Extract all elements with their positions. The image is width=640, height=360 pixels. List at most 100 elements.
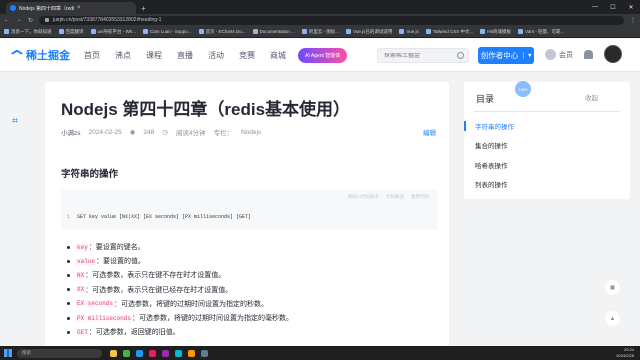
nav-item-home[interactable]: 首页 [84, 50, 100, 61]
window-controls: — ☐ ✕ [586, 0, 640, 14]
creator-center-button[interactable]: 创作者中心 ▾ [478, 47, 534, 64]
code-block: 体验AI代码助手 代码解读 复制代码 1 SET key value [NX|XX… [61, 190, 437, 230]
scan-icon[interactable]: ⌗ [8, 114, 22, 128]
eye-icon: ◉ [129, 129, 136, 136]
new-tab-icon[interactable]: + [141, 4, 146, 13]
forward-icon[interactable]: → [16, 17, 22, 23]
avatar[interactable] [604, 45, 622, 63]
bookmarks-bar: 消息一下，你就知道 百度翻译 uni导航平台 - Wh... Cam Luan … [0, 26, 640, 38]
nav-item-courses[interactable]: 课程 [146, 50, 162, 61]
toc-title: 目录 [476, 94, 495, 104]
bookmark-item[interactable]: 首页 - ECharts Do... [198, 29, 246, 35]
site-header: 稀土掘金 首页 沸点 课程 直播 活动 竞赛 商城 AI Agent 智能体 [0, 39, 640, 72]
bookmark-item[interactable]: Vue.js [399, 29, 419, 34]
juejin-logo-icon [11, 49, 23, 55]
lock-icon [45, 18, 50, 22]
app-icon[interactable] [162, 349, 169, 357]
bookmark-favicon-icon [346, 29, 352, 34]
close-window-icon[interactable]: ✕ [622, 0, 640, 14]
edit-link[interactable]: 编辑 [423, 127, 436, 137]
nav-item-events[interactable]: 活动 [208, 50, 224, 61]
list-item: GET ：可选参数，返回键的旧值。 [67, 325, 293, 339]
param-desc: ：要设置的键名。 [88, 244, 145, 252]
bookmark-item[interactable]: 阿里云 - 图标... [301, 29, 339, 35]
search-input[interactable] [384, 52, 454, 59]
windows-start-icon[interactable] [4, 349, 12, 357]
taskbar-apps [110, 349, 208, 357]
app-icon[interactable] [188, 349, 195, 357]
bookmark-item[interactable]: Vue.js已的调试适用 [346, 29, 392, 35]
vip-badge-icon [545, 49, 556, 60]
taskbar-search[interactable]: 搜索 [17, 348, 102, 358]
chrome-icon[interactable] [123, 349, 130, 357]
system-clock[interactable]: 20:24 2024/2/26 [616, 347, 634, 358]
chevron-down-icon[interactable]: ▾ [523, 52, 531, 59]
list-item: EX seconds ：可选参数，将键的过期时间设置为指定的秒数。 [67, 297, 293, 311]
bookmark-favicon-icon [90, 29, 96, 34]
vip-label: 会员 [559, 51, 573, 59]
bookmark-favicon-icon [252, 29, 258, 34]
column-label: 专栏： [213, 130, 234, 137]
bookmark-item[interactable]: Tailwind CSS 中文... [425, 29, 473, 35]
publish-date: 2024-02-25 [88, 128, 122, 136]
param-desc: ：可选参数，将键的过期时间设置为指定的秒数。 [114, 300, 269, 308]
bookmark-favicon-icon [4, 29, 9, 34]
bookmark-item[interactable]: Cam Luan - Suppo... [143, 29, 192, 34]
bookmark-favicon-icon [301, 29, 307, 34]
bookmark-favicon-icon [399, 29, 405, 34]
back-icon[interactable]: ← [4, 17, 10, 23]
toc-divider [474, 111, 620, 112]
minimize-icon[interactable]: — [586, 0, 604, 14]
list-item: PX milliseconds ：可选参数，将键的过期时间设置为指定的毫秒数。 [67, 311, 293, 325]
vip-link[interactable]: 会员 [545, 49, 573, 60]
param-desc: ：要设置的值。 [96, 258, 146, 266]
vscode-icon[interactable] [136, 349, 143, 357]
param-desc: ：可选参数，返回键的旧值。 [88, 329, 180, 337]
juejin-favicon-icon [10, 5, 16, 11]
copy-code-button[interactable]: 复制代码 [411, 194, 429, 200]
app-icon[interactable] [149, 349, 156, 357]
ai-agent-button[interactable]: AI Agent 智能体 [298, 47, 348, 63]
bookmark-item[interactable]: Documentation ... [252, 29, 295, 34]
app-download-icon[interactable]: ▣ [605, 280, 620, 295]
bookmark-item[interactable]: 百度翻译 [58, 29, 84, 35]
extensions-icon[interactable]: ⋮ [630, 17, 636, 24]
back-to-top-icon[interactable]: ▲ [605, 311, 620, 326]
bookmark-item[interactable]: 消息一下，你就知道 [4, 29, 52, 35]
nav-item-pins[interactable]: 沸点 [115, 50, 131, 61]
file-explorer-icon[interactable] [110, 349, 117, 357]
column-link[interactable]: Nodejs [241, 129, 261, 136]
toc-item-lists[interactable]: 列表的操作 [464, 175, 630, 195]
toc-item-hashes[interactable]: 哈希表操作 [464, 155, 630, 175]
toc-item-strings[interactable]: 字符串的操作 [464, 116, 630, 136]
nav-item-live[interactable]: 直播 [177, 50, 193, 61]
bookmark-item[interactable]: uni导航平台 - Wh... [90, 29, 136, 35]
reload-icon[interactable]: ↻ [28, 17, 33, 24]
nav-item-store[interactable]: 商城 [270, 50, 286, 61]
author-name[interactable]: 小满zs [61, 127, 81, 137]
explain-code-button[interactable]: 代码解读 [386, 194, 404, 200]
browser-tab-active[interactable]: Nodejs 第四十四章（redis基本... × [6, 2, 136, 14]
article-meta: 小满zs 2024-02-25 ◉ 248 ◷ 阅读4分钟 专栏： Nodejs [61, 127, 261, 138]
article-title: Nodejs 第四十四章（redis基本使用） [61, 100, 351, 119]
nav-item-contests[interactable]: 竞赛 [239, 50, 255, 61]
article-card: Nodejs 第四十四章（redis基本使用） 小满zs 2024-02-25 … [45, 82, 449, 360]
list-item: key ：要设置的键名。 [67, 240, 293, 254]
bookmark-item[interactable]: H5商城模板 [480, 29, 511, 35]
url-field[interactable]: juejin.cn/post/7338778403553312802#headi… [39, 15, 624, 25]
notification-bell-icon[interactable] [584, 50, 593, 59]
app-icon[interactable] [201, 349, 208, 357]
bookmark-favicon-icon [143, 29, 149, 34]
ai-assistant-button[interactable]: 体验AI代码助手 [348, 194, 379, 200]
juejin-logo[interactable]: 稀土掘金 [11, 47, 70, 63]
maximize-icon[interactable]: ☐ [604, 0, 622, 14]
toc-collapse-button[interactable]: 收起 [585, 92, 598, 102]
param-code: PX milliseconds [76, 314, 133, 322]
search-box[interactable] [377, 48, 469, 63]
bookmark-item[interactable]: Vant - 轻量、可靠... [518, 29, 564, 35]
close-tab-icon[interactable]: × [77, 5, 132, 11]
clock-date: 2024/2/26 [616, 352, 634, 358]
app-icon[interactable] [175, 349, 182, 357]
toc-item-sets[interactable]: 集合的操作 [464, 136, 630, 156]
search-icon[interactable] [457, 52, 464, 59]
